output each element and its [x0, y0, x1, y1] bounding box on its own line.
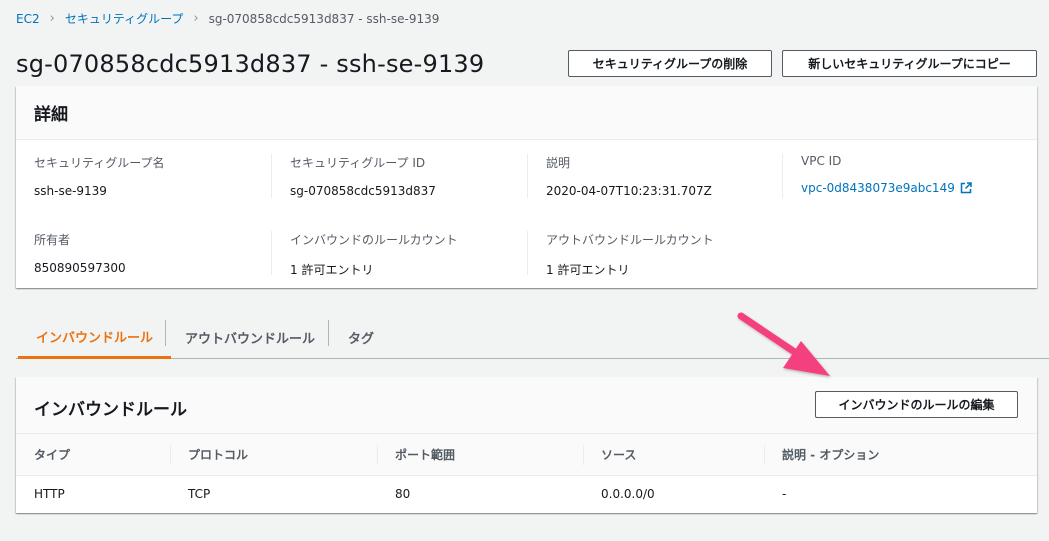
column-header-protocol[interactable]: プロトコル: [170, 434, 377, 475]
chevron-right-icon: ›: [193, 11, 199, 26]
vpc-id-link-text[interactable]: vpc-0d8438073e9abc149: [801, 181, 955, 195]
column-header-label: ソース: [601, 447, 637, 462]
column-header-label: ポート範囲: [395, 447, 456, 462]
column-header-description[interactable]: 説明 - オプション: [764, 434, 1037, 475]
details-header: 詳細: [16, 86, 1037, 140]
breadcrumb-link-security-groups[interactable]: セキュリティグループ: [65, 10, 184, 27]
rules-tabs: インバウンドルール アウトバウンドルール タグ: [16, 316, 1049, 359]
copy-to-new-security-group-button[interactable]: 新しいセキュリティグループにコピー: [782, 50, 1037, 77]
column-header-port-range[interactable]: ポート範囲: [377, 434, 583, 475]
field-label: 説明: [546, 156, 571, 170]
column-divider: [764, 445, 765, 465]
vpc-id-link[interactable]: vpc-0d8438073e9abc149: [801, 181, 1022, 195]
inbound-rules-title: インバウンドルール: [34, 400, 187, 420]
field-value: ssh-se-9139: [34, 184, 107, 198]
inbound-rules-panel: インバウンドルール インバウンドのルールの編集 タイプ プロトコル ポート範囲 …: [16, 377, 1037, 513]
external-link-icon: [960, 182, 972, 194]
tab-outbound-rules[interactable]: アウトバウンドルール: [167, 316, 333, 359]
delete-security-group-button[interactable]: セキュリティグループの削除: [568, 50, 772, 77]
cell-protocol: TCP: [188, 487, 211, 502]
edit-inbound-rules-button[interactable]: インバウンドのルールの編集: [815, 391, 1018, 418]
field-owner: 所有者 850890597300: [34, 231, 274, 275]
column-header-source[interactable]: ソース: [583, 434, 764, 475]
tab-divider: [328, 320, 329, 346]
field-security-group-name: セキュリティグループ名 ssh-se-9139: [34, 154, 274, 198]
breadcrumb-link-ec2[interactable]: EC2: [16, 12, 40, 26]
field-value: sg-070858cdc5913d837: [290, 184, 436, 198]
field-value: 1 許可エントリ: [290, 263, 374, 277]
inbound-rules-header: インバウンドルール インバウンドのルールの編集: [16, 377, 1037, 434]
inbound-rules-table: タイプ プロトコル ポート範囲 ソース 説明 - オプション HTTP TCP …: [16, 434, 1037, 513]
field-description: 説明 2020-04-07T10:23:31.707Z: [527, 154, 767, 198]
field-label: インバウンドのルールカウント: [290, 233, 458, 247]
field-value: 1 許可エントリ: [546, 263, 630, 277]
breadcrumb: EC2 › セキュリティグループ › sg-070858cdc5913d837 …: [16, 10, 439, 27]
tab-inbound-rules[interactable]: インバウンドルール: [18, 316, 172, 359]
cell-type: HTTP: [34, 487, 65, 502]
breadcrumb-current: sg-070858cdc5913d837 - ssh-se-9139: [208, 11, 440, 26]
cell-port-range: 80: [395, 487, 411, 502]
chevron-right-icon: ›: [49, 11, 55, 26]
column-header-label: プロトコル: [188, 447, 249, 462]
column-divider: [583, 445, 584, 465]
tab-tags[interactable]: タグ: [330, 316, 392, 359]
cell-source: 0.0.0.0/0: [601, 487, 655, 502]
page-title: sg-070858cdc5913d837 - ssh-se-9139: [16, 50, 485, 78]
field-label: セキュリティグループ名: [34, 156, 165, 170]
table-row[interactable]: HTTP TCP 80 0.0.0.0/0 -: [16, 475, 1037, 513]
tab-divider: [165, 320, 166, 346]
field-value: 2020-04-07T10:23:31.707Z: [546, 184, 712, 198]
column-divider: [377, 445, 378, 465]
field-vpc-id: VPC ID vpc-0d8438073e9abc149: [782, 154, 1022, 198]
column-divider: [170, 445, 171, 465]
field-label: VPC ID: [801, 154, 842, 168]
table-header-row: タイプ プロトコル ポート範囲 ソース 説明 - オプション: [16, 434, 1037, 475]
details-panel: 詳細 セキュリティグループ名 ssh-se-9139 セキュリティグループ ID…: [16, 86, 1037, 288]
field-label: アウトバウンドルールカウント: [546, 233, 714, 247]
column-header-type[interactable]: タイプ: [16, 434, 170, 475]
field-outbound-rule-count: アウトバウンドルールカウント 1 許可エントリ: [527, 231, 767, 277]
field-security-group-id: セキュリティグループ ID sg-070858cdc5913d837: [271, 154, 511, 198]
field-label: セキュリティグループ ID: [290, 156, 426, 170]
column-header-label: 説明 - オプション: [782, 447, 880, 462]
field-value: 850890597300: [34, 261, 126, 275]
field-inbound-rule-count: インバウンドのルールカウント 1 許可エントリ: [271, 231, 511, 277]
cell-description: -: [782, 487, 787, 502]
details-title: 詳細: [34, 105, 68, 125]
field-label: 所有者: [34, 233, 71, 247]
